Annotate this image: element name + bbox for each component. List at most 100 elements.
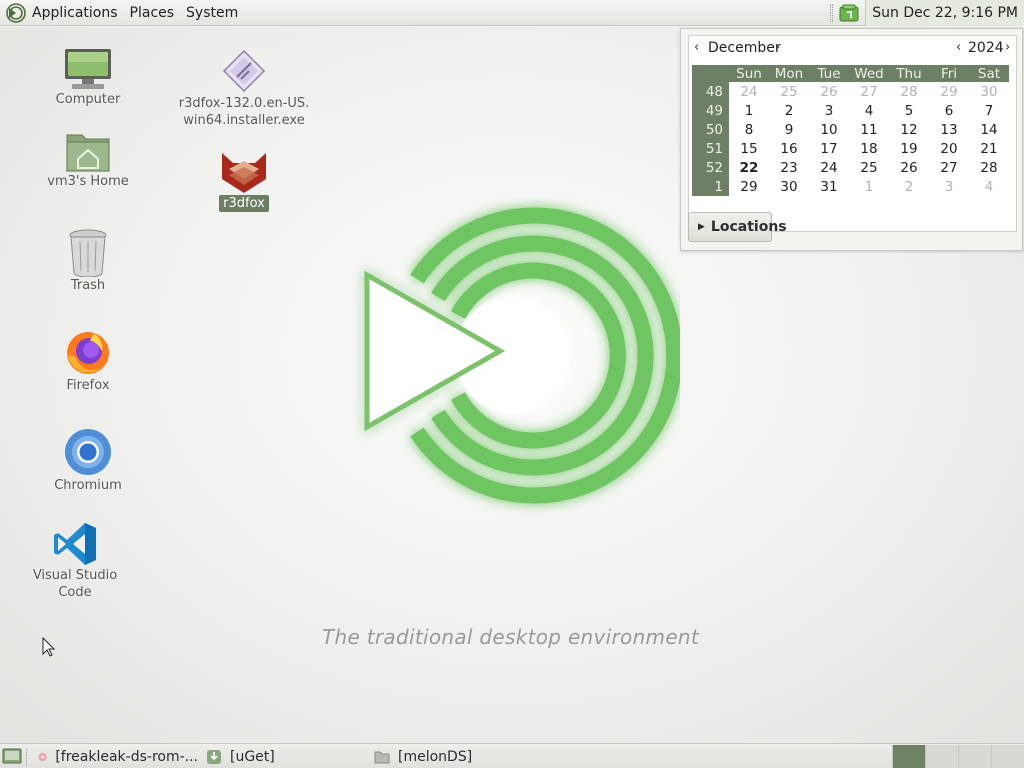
update-manager-icon[interactable] xyxy=(839,4,859,22)
calendar-day[interactable]: 2 xyxy=(769,101,809,120)
calendar-day[interactable]: 29 xyxy=(929,82,969,101)
week-number: 48 xyxy=(692,82,729,101)
calendar-day[interactable]: 5 xyxy=(889,101,929,120)
app-icon xyxy=(38,752,47,761)
trash-icon xyxy=(69,229,107,277)
desktop-icon-label: r3dfox-132.0.en-US. win64.installer.exe xyxy=(178,96,310,128)
clock[interactable]: Sun Dec 22, 9:16 PM xyxy=(865,0,1024,26)
calendar-day[interactable]: 1 xyxy=(849,177,889,196)
calendar-day[interactable]: 28 xyxy=(969,158,1009,177)
calendar-day[interactable]: 10 xyxy=(809,120,849,139)
next-month-button[interactable]: › xyxy=(775,40,780,55)
calendar-day[interactable]: 25 xyxy=(849,158,889,177)
calendar-day[interactable]: 8 xyxy=(729,120,769,139)
calendar-day[interactable]: 19 xyxy=(889,139,929,158)
desktop-tagline: The traditional desktop environment xyxy=(322,625,700,649)
calendar-day[interactable]: 13 xyxy=(929,120,969,139)
calendar-day[interactable]: 24 xyxy=(809,158,849,177)
desktop-icon-r3dfox[interactable]: r3dfox xyxy=(208,151,280,212)
taskbar-item[interactable]: [melonDS] xyxy=(374,744,534,768)
locations-label: Locations xyxy=(710,219,787,235)
desktop-icon-label: vm3's Home xyxy=(47,174,129,189)
calendar-day[interactable]: 4 xyxy=(849,101,889,120)
desktop-icon-label: Trash xyxy=(70,278,106,293)
calendar-day[interactable]: 21 xyxy=(969,139,1009,158)
mint-wallpaper-logo xyxy=(364,207,680,504)
taskbar-item[interactable]: [freakleak-ds-rom-... xyxy=(38,744,198,768)
desktop-icon-installer[interactable]: r3dfox-132.0.en-US. win64.installer.exe xyxy=(178,49,310,129)
uget-icon xyxy=(207,749,221,764)
applications-menu[interactable]: Applications xyxy=(0,0,124,26)
mouse-cursor-icon xyxy=(42,637,56,657)
calendar-day[interactable]: 20 xyxy=(929,139,969,158)
r3dfox-icon xyxy=(222,153,266,193)
calendar-day-today[interactable]: 22 xyxy=(729,158,769,177)
taskbar-item[interactable]: [uGet] xyxy=(206,744,366,768)
calendar-week-row: 49 1 2 3 4 5 6 7 xyxy=(692,101,1009,120)
calendar-day[interactable]: 25 xyxy=(769,82,809,101)
weekday-header: Thu xyxy=(889,65,929,82)
calendar-day[interactable]: 9 xyxy=(769,120,809,139)
calendar-day[interactable]: 4 xyxy=(969,177,1009,196)
desktop-icon-home[interactable]: vm3's Home xyxy=(40,129,136,190)
places-menu[interactable]: Places xyxy=(124,0,181,26)
vscode-icon xyxy=(54,523,96,565)
week-number-header xyxy=(692,65,729,82)
calendar-day[interactable]: 14 xyxy=(969,120,1009,139)
calendar-day[interactable]: 30 xyxy=(769,177,809,196)
applications-menu-label: Applications xyxy=(32,4,118,21)
weekday-header-row: Sun Mon Tue Wed Thu Fri Sat xyxy=(692,65,1009,82)
calendar-day[interactable]: 31 xyxy=(809,177,849,196)
top-panel: Applications Places System Sun Dec 22, 9… xyxy=(0,0,1024,26)
calendar-day[interactable]: 1 xyxy=(729,101,769,120)
desktop-icon-firefox[interactable]: Firefox xyxy=(52,329,124,394)
weekday-header: Mon xyxy=(769,65,809,82)
calendar-day[interactable]: 18 xyxy=(849,139,889,158)
locations-button[interactable]: ▶ Locations xyxy=(688,212,787,242)
calendar-day[interactable]: 24 xyxy=(729,82,769,101)
calendar-day[interactable]: 26 xyxy=(809,82,849,101)
next-year-button[interactable]: › xyxy=(1005,40,1010,55)
desktop-icon-trash[interactable]: Trash xyxy=(52,227,124,294)
desktop-icon-vscode[interactable]: Visual Studio Code xyxy=(16,521,134,601)
week-number: 51 xyxy=(692,139,729,158)
workspace-1[interactable] xyxy=(892,745,925,768)
calendar-day[interactable]: 12 xyxy=(889,120,929,139)
calendar-day[interactable]: 30 xyxy=(969,82,1009,101)
calendar-day[interactable]: 23 xyxy=(769,158,809,177)
taskbar-item-label: [uGet] xyxy=(230,748,275,765)
workspace-4[interactable] xyxy=(991,745,1024,768)
calendar-day[interactable]: 28 xyxy=(889,82,929,101)
prev-month-button[interactable]: ‹ xyxy=(694,40,699,55)
calendar-header: ‹ December › ‹ 2024 › xyxy=(689,36,1016,62)
week-number: 49 xyxy=(692,101,729,120)
calendar-day[interactable]: 26 xyxy=(889,158,929,177)
calendar-day[interactable]: 29 xyxy=(729,177,769,196)
desktop-icon-computer[interactable]: Computer xyxy=(52,47,124,108)
folder-icon xyxy=(374,751,390,763)
prev-year-button[interactable]: ‹ xyxy=(956,40,961,55)
calendar-day[interactable]: 2 xyxy=(889,177,929,196)
calendar-day[interactable]: 27 xyxy=(929,158,969,177)
calendar-day[interactable]: 15 xyxy=(729,139,769,158)
home-folder-icon xyxy=(66,134,110,172)
mint-logo-icon xyxy=(6,2,26,23)
calendar-day[interactable]: 3 xyxy=(809,101,849,120)
system-menu[interactable]: System xyxy=(180,0,244,26)
calendar-day[interactable]: 17 xyxy=(809,139,849,158)
workspace-2[interactable] xyxy=(925,745,958,768)
weekday-header: Tue xyxy=(809,65,849,82)
calendar-day[interactable]: 16 xyxy=(769,139,809,158)
calendar-day[interactable]: 3 xyxy=(929,177,969,196)
calendar-day[interactable]: 6 xyxy=(929,101,969,120)
desktop-icon-label: Chromium xyxy=(54,478,122,493)
calendar-day[interactable]: 11 xyxy=(849,120,889,139)
desktop-icon-chromium[interactable]: Chromium xyxy=(52,427,124,494)
calendar-day[interactable]: 27 xyxy=(849,82,889,101)
calendar-day[interactable]: 7 xyxy=(969,101,1009,120)
firefox-icon xyxy=(67,332,109,374)
workspace-3[interactable] xyxy=(958,745,991,768)
show-desktop-icon[interactable] xyxy=(2,748,22,764)
weekday-header: Wed xyxy=(849,65,889,82)
calendar-year: 2024 xyxy=(968,40,1004,56)
